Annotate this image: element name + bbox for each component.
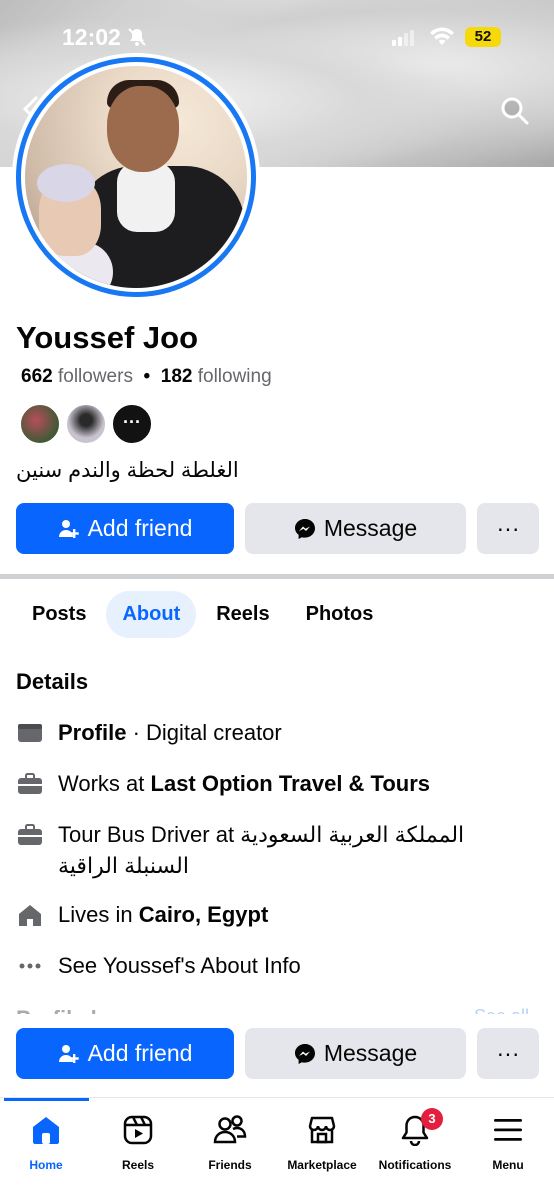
home-location-icon [16, 899, 44, 930]
mutual-friends[interactable]: ··· [19, 403, 157, 445]
story-ring [16, 57, 256, 297]
profile-bio: الغلطة لحظة والندم سنين [16, 459, 239, 482]
add-friend-label: Add friend [87, 1040, 193, 1066]
active-tab-indicator [4, 1098, 89, 1101]
add-friend-label: Add friend [87, 515, 193, 541]
nav-friends[interactable]: Friends [180, 1112, 280, 1172]
nav-friends-label: Friends [208, 1158, 252, 1172]
following-label: following [197, 366, 272, 387]
sticky-message-button[interactable]: Message [245, 1028, 466, 1079]
briefcase-icon [16, 768, 44, 799]
tab-posts[interactable]: Posts [16, 591, 102, 638]
tab-reels[interactable]: Reels [200, 591, 285, 638]
add-person-icon [58, 518, 80, 540]
lives-prefix: Lives in [58, 902, 139, 927]
message-label: Message [323, 1040, 418, 1066]
sticky-more-options-button[interactable]: ··· [477, 1028, 539, 1079]
search-icon[interactable] [500, 96, 530, 131]
detail-profile-category: · Digital creator [126, 720, 282, 745]
detail-profile-label: Profile [58, 720, 127, 745]
nav-notifications[interactable]: 3 Notifications [365, 1108, 465, 1172]
message-button[interactable]: Message [245, 503, 466, 554]
nav-home[interactable]: Home [0, 1112, 96, 1172]
marketplace-icon [272, 1112, 372, 1148]
follow-stats[interactable]: 662 followers • 182 following [21, 366, 272, 388]
more-dots-icon [16, 950, 44, 981]
bell-icon: 3 [365, 1108, 465, 1148]
bell-off-icon [127, 27, 147, 52]
nav-home-label: Home [29, 1158, 63, 1172]
battery-indicator: 52 [465, 27, 501, 47]
add-person-icon [58, 1043, 80, 1065]
more-options-button[interactable]: ··· [477, 503, 539, 554]
see-about-label: See Youssef's About Info [58, 953, 301, 978]
work-prefix: Works at [58, 771, 151, 796]
job-line-2: السنبلة الراقية [58, 853, 189, 878]
detail-lives: Lives in Cairo, Egypt [16, 899, 536, 930]
details-title: Details [16, 669, 89, 694]
nav-marketplace-label: Marketplace [287, 1158, 357, 1172]
home-icon [0, 1112, 96, 1148]
detail-work: Works at Last Option Travel & Tours [16, 768, 536, 799]
messenger-icon [294, 518, 316, 540]
detail-job: Tour Bus Driver at المملكة العربية السعو… [16, 819, 536, 881]
nav-menu[interactable]: Menu [458, 1112, 554, 1172]
nav-reels[interactable]: Reels [88, 1112, 188, 1172]
work-place-link[interactable]: Last Option Travel & Tours [151, 771, 431, 796]
cellular-signal-icon [392, 30, 416, 51]
message-label: Message [323, 515, 418, 541]
nav-marketplace[interactable]: Marketplace [272, 1112, 372, 1172]
tab-about[interactable]: About [106, 590, 197, 638]
profile-card-icon [16, 717, 44, 748]
lives-place-link[interactable]: Cairo, Egypt [139, 902, 269, 927]
see-about-info[interactable]: See Youssef's About Info [16, 950, 536, 981]
briefcase-icon [16, 819, 44, 850]
tab-photos[interactable]: Photos [290, 591, 390, 638]
bottom-nav: Home Reels Friends Marketplace 3 Notific… [0, 1097, 554, 1200]
nav-reels-label: Reels [121, 1158, 155, 1172]
followers-label: followers [57, 366, 133, 387]
more-mutuals-button[interactable]: ··· [111, 403, 153, 445]
add-friend-button[interactable]: Add friend [16, 503, 234, 554]
avatar [25, 66, 247, 288]
following-count: 182 [160, 366, 193, 387]
profile-tabs: Posts About Reels Photos [16, 590, 393, 638]
section-divider [0, 574, 554, 579]
sticky-add-friend-button[interactable]: Add friend [16, 1028, 234, 1079]
mutual-avatar[interactable] [19, 403, 61, 445]
reels-icon [88, 1112, 188, 1148]
profile-picture[interactable] [12, 53, 260, 301]
messenger-icon [294, 1043, 316, 1065]
status-bar: 12:02 52 [0, 0, 554, 70]
job-line-1: Tour Bus Driver at المملكة العربية السعو… [58, 822, 465, 847]
followers-count: 662 [21, 366, 53, 387]
nav-notifications-label: Notifications [378, 1158, 452, 1172]
profile-name: Youssef Joo [16, 320, 199, 355]
notification-badge: 3 [421, 1108, 443, 1130]
wifi-icon [429, 27, 455, 52]
mutual-avatar[interactable] [65, 403, 107, 445]
detail-profile: Profile · Digital creator [16, 717, 536, 748]
status-time: 12:02 [62, 24, 121, 50]
menu-icon [458, 1112, 554, 1148]
friends-icon [180, 1112, 280, 1148]
stats-separator: • [143, 366, 151, 387]
nav-menu-label: Menu [492, 1158, 524, 1172]
